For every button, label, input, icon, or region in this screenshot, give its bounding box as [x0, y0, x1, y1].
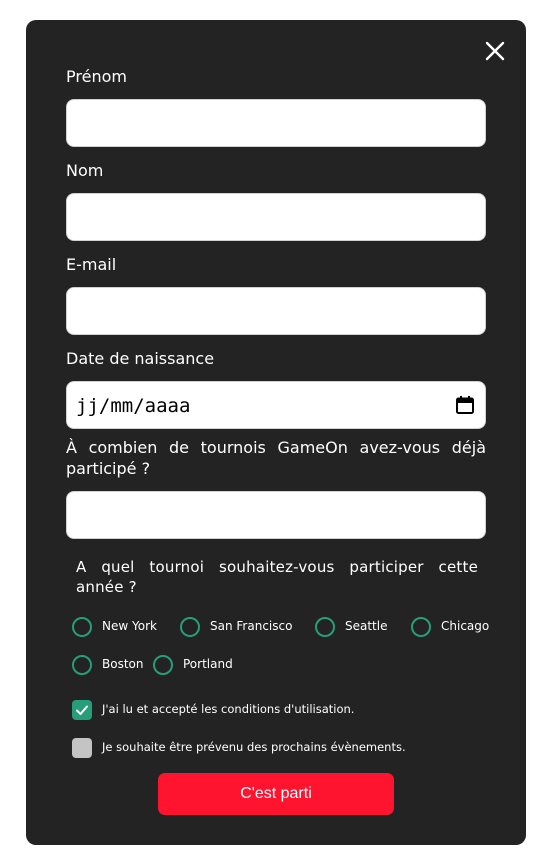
radio-chicago[interactable] [411, 617, 431, 637]
submit-button[interactable]: C'est parti [158, 773, 394, 815]
email-label: E-mail [66, 255, 117, 274]
birthdate-input[interactable]: jj/mm/aaaa [66, 381, 486, 429]
radio-san-francisco[interactable] [180, 617, 200, 637]
newsletter-checkbox[interactable] [72, 738, 92, 758]
calendar-icon[interactable] [455, 395, 475, 415]
radio-label-portland[interactable]: Portland [183, 656, 233, 672]
radio-portland[interactable] [153, 655, 173, 675]
radio-label-boston[interactable]: Boston [102, 656, 143, 672]
checkmark-icon [76, 705, 88, 715]
radio-new-york[interactable] [72, 617, 92, 637]
tournaments-count-input[interactable] [66, 491, 486, 539]
close-icon[interactable] [484, 40, 506, 62]
tournaments-count-label: À combien de tournois GameOn avez-vous d… [66, 438, 486, 478]
birthdate-placeholder: jj/mm/aaaa [76, 395, 191, 417]
radio-boston[interactable] [72, 655, 92, 675]
terms-checkbox[interactable] [72, 700, 92, 720]
last-name-label: Nom [66, 161, 104, 180]
radio-label-chicago[interactable]: Chicago [441, 618, 489, 634]
radio-seattle[interactable] [315, 617, 335, 637]
birthdate-label: Date de naissance [66, 349, 215, 368]
radio-label-new-york[interactable]: New York [102, 618, 157, 634]
last-name-input[interactable] [66, 193, 486, 241]
radio-label-seattle[interactable]: Seattle [345, 618, 387, 634]
first-name-label: Prénom [66, 67, 127, 86]
radio-label-san-francisco[interactable]: San Francisco [210, 618, 292, 634]
newsletter-label[interactable]: Je souhaite être prévenu des prochains é… [102, 739, 406, 755]
email-input[interactable] [66, 287, 486, 335]
terms-label[interactable]: J'ai lu et accepté les conditions d'util… [102, 701, 354, 717]
location-question: A quel tournoi souhaitez-vous participer… [76, 558, 478, 596]
first-name-input[interactable] [66, 99, 486, 147]
